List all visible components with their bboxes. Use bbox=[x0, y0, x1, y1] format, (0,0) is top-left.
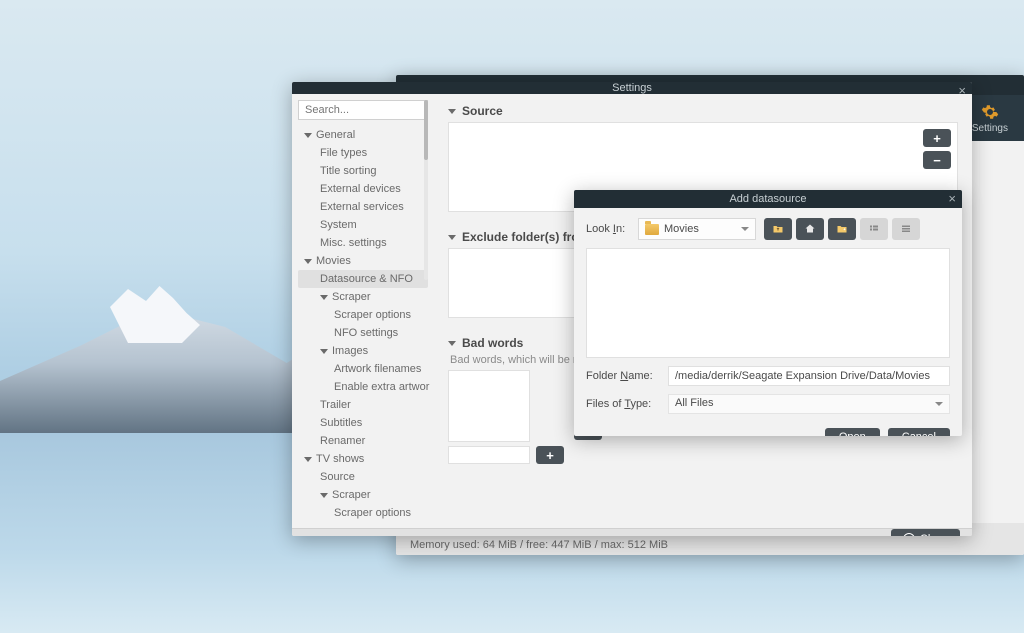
lookin-label: Look In: bbox=[586, 223, 630, 235]
home-icon bbox=[803, 223, 817, 235]
files-of-type-value: All Files bbox=[675, 397, 714, 409]
cancel-button[interactable]: Cancel bbox=[888, 428, 950, 436]
caret-down-icon bbox=[320, 493, 328, 498]
tree-misc[interactable]: Misc. settings bbox=[298, 234, 428, 252]
tree-tv-scraper-options[interactable]: Scraper options bbox=[298, 504, 428, 522]
check-circle-icon bbox=[903, 533, 915, 536]
detail-view-button[interactable] bbox=[892, 218, 920, 240]
tree-external-devices[interactable]: External devices bbox=[298, 180, 428, 198]
settings-toolbar-button[interactable]: Settings bbox=[972, 103, 1008, 134]
chevron-down-icon bbox=[935, 402, 943, 406]
chevron-down-icon bbox=[741, 227, 749, 231]
caret-down-icon bbox=[304, 457, 312, 462]
tree-datasource-nfo[interactable]: Datasource & NFO bbox=[298, 270, 428, 288]
caret-down-icon bbox=[320, 349, 328, 354]
tree-system[interactable]: System bbox=[298, 216, 428, 234]
caret-down-icon bbox=[320, 295, 328, 300]
caret-down-icon bbox=[448, 109, 456, 114]
list-icon bbox=[867, 223, 881, 235]
source-add-button[interactable]: + bbox=[923, 129, 951, 147]
settings-close-icon[interactable]: × bbox=[958, 83, 966, 98]
folder-new-icon bbox=[835, 223, 849, 235]
settings-sidebar: General File types Title sorting Externa… bbox=[292, 94, 430, 528]
tree-nfo-settings[interactable]: NFO settings bbox=[298, 324, 428, 342]
badwords-add-button[interactable]: + bbox=[536, 446, 564, 464]
badwords-list[interactable] bbox=[448, 370, 530, 442]
home-button[interactable] bbox=[796, 218, 824, 240]
tree-file-types[interactable]: File types bbox=[298, 144, 428, 162]
file-dialog-titlebar: Add datasource × bbox=[574, 190, 962, 208]
details-icon bbox=[899, 223, 913, 235]
settings-footer: Close bbox=[292, 528, 972, 536]
tree-scraper[interactable]: Scraper bbox=[298, 288, 428, 306]
caret-down-icon bbox=[448, 341, 456, 346]
tree-scraper-options[interactable]: Scraper options bbox=[298, 306, 428, 324]
tree-artwork-filenames[interactable]: Artwork filenames bbox=[298, 360, 428, 378]
badwords-input[interactable] bbox=[448, 446, 530, 464]
file-dialog-title: Add datasource bbox=[729, 193, 806, 205]
tree-external-services[interactable]: External services bbox=[298, 198, 428, 216]
open-button[interactable]: Open bbox=[825, 428, 880, 436]
new-folder-button[interactable] bbox=[828, 218, 856, 240]
tree-tv-scraper[interactable]: Scraper bbox=[298, 486, 428, 504]
settings-search-input[interactable] bbox=[298, 100, 428, 120]
up-folder-button[interactable] bbox=[764, 218, 792, 240]
tree-title-sorting[interactable]: Title sorting bbox=[298, 162, 428, 180]
scrollbar-thumb[interactable] bbox=[424, 100, 428, 160]
folder-name-input[interactable] bbox=[668, 366, 950, 386]
folder-up-icon bbox=[771, 223, 785, 235]
settings-title: Settings bbox=[612, 82, 652, 94]
caret-down-icon bbox=[304, 133, 312, 138]
lookin-dropdown[interactable]: Movies bbox=[638, 218, 756, 240]
tree-general[interactable]: General bbox=[298, 126, 428, 144]
tree-tv-source[interactable]: Source bbox=[298, 468, 428, 486]
tree-movies[interactable]: Movies bbox=[298, 252, 428, 270]
tree-trailer[interactable]: Trailer bbox=[298, 396, 428, 414]
tree-enable-extra-artwork[interactable]: Enable extra artwork bbox=[298, 378, 428, 396]
tree-subtitles[interactable]: Subtitles bbox=[298, 414, 428, 432]
tree-tvshows[interactable]: TV shows bbox=[298, 450, 428, 468]
files-of-type-label: Files of Type: bbox=[586, 398, 660, 410]
file-list-pane[interactable] bbox=[586, 248, 950, 358]
caret-down-icon bbox=[448, 235, 456, 240]
settings-close-button[interactable]: Close bbox=[891, 529, 960, 536]
source-remove-button[interactable]: − bbox=[923, 151, 951, 169]
folder-name-label: Folder Name: bbox=[586, 370, 660, 382]
files-of-type-dropdown[interactable]: All Files bbox=[668, 394, 950, 414]
status-line-memory: Memory used: 64 MiB / free: 447 MiB / ma… bbox=[410, 539, 1010, 551]
settings-titlebar: Settings × bbox=[292, 82, 972, 94]
folder-icon bbox=[645, 224, 659, 235]
list-view-button[interactable] bbox=[860, 218, 888, 240]
sidebar-scrollbar[interactable] bbox=[424, 100, 428, 280]
lookin-value: Movies bbox=[664, 223, 699, 235]
source-header[interactable]: Source bbox=[448, 104, 958, 118]
gear-icon bbox=[981, 103, 999, 121]
settings-toolbar-label: Settings bbox=[972, 123, 1008, 134]
caret-down-icon bbox=[304, 259, 312, 264]
file-dialog: Add datasource × Look In: Movies bbox=[574, 190, 962, 436]
tree-renamer[interactable]: Renamer bbox=[298, 432, 428, 450]
file-dialog-close-icon[interactable]: × bbox=[948, 191, 956, 206]
tree-images[interactable]: Images bbox=[298, 342, 428, 360]
